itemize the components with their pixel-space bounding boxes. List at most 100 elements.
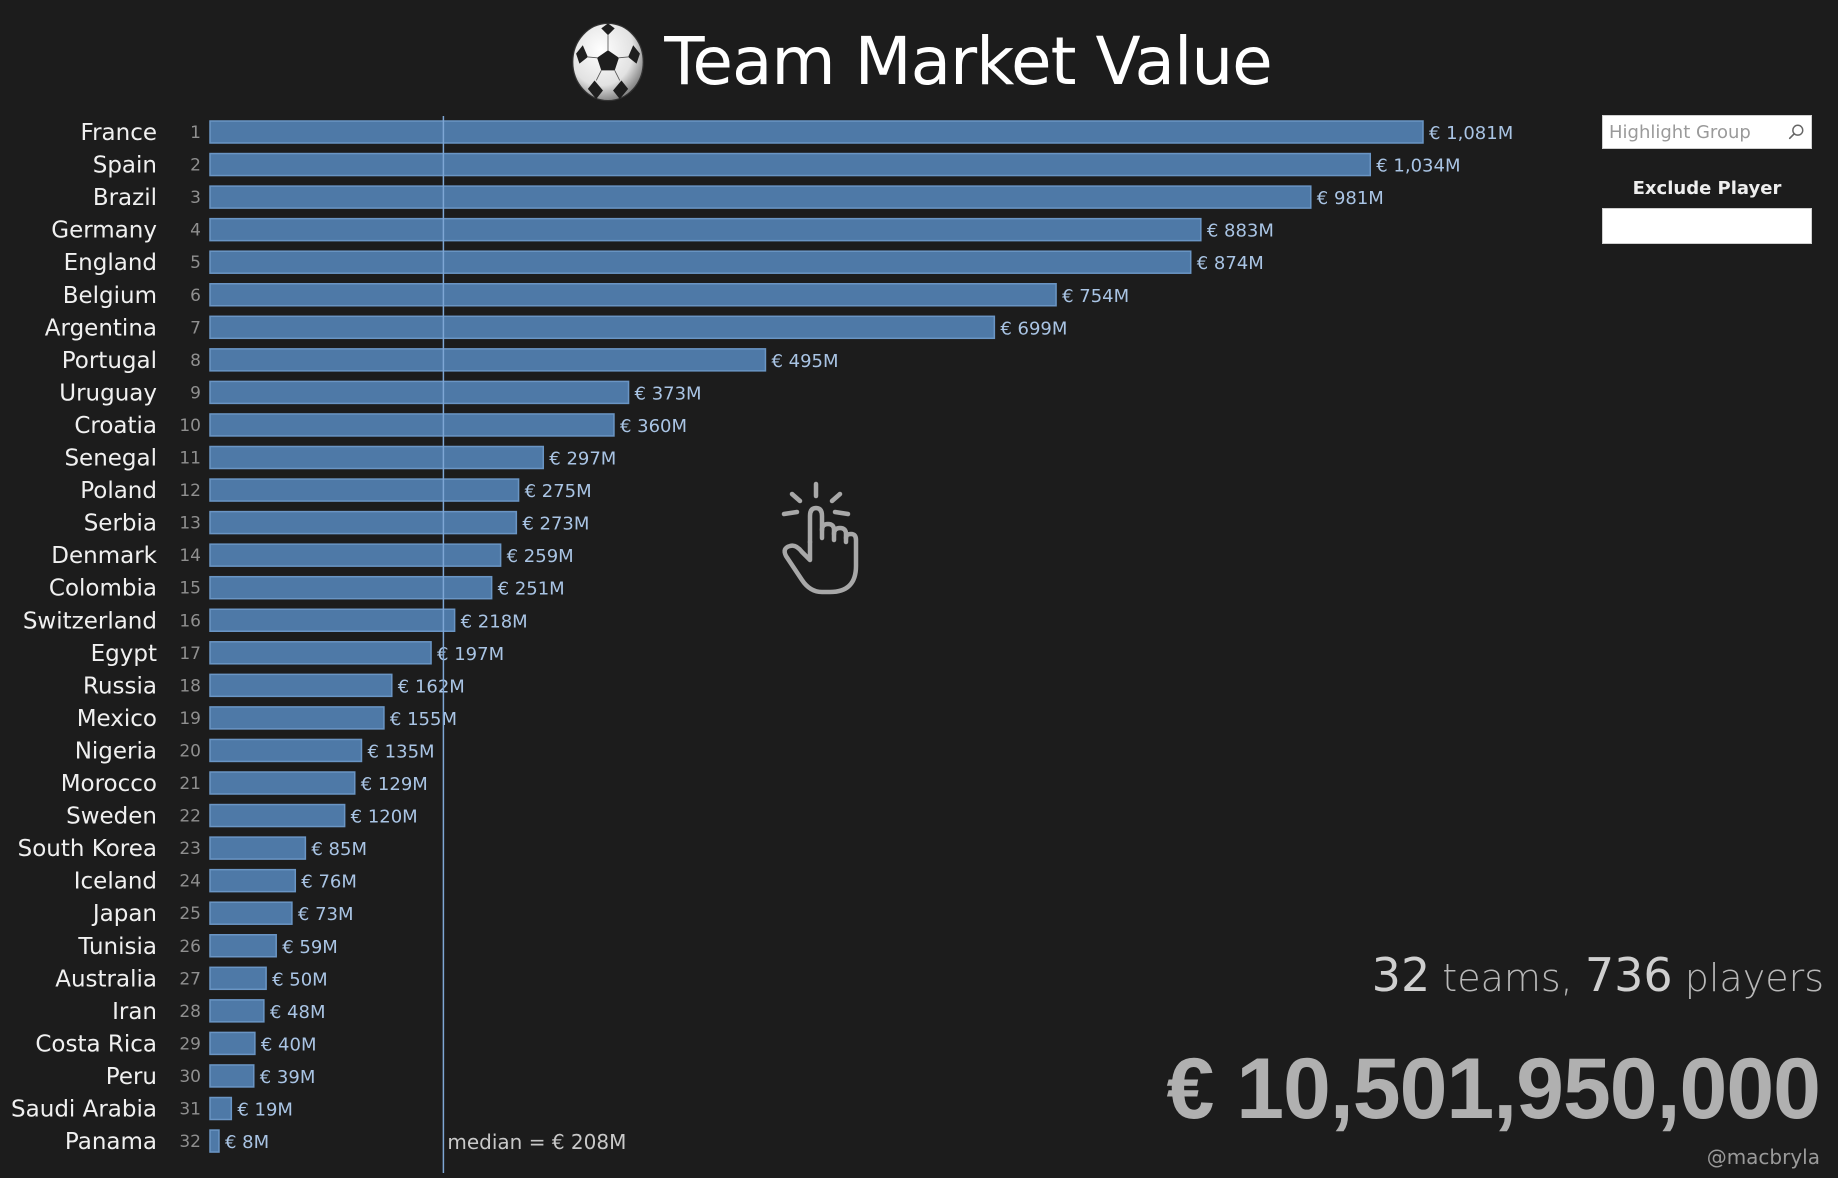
country-label: Spain [93,153,157,179]
value-label: € 50M [272,969,328,990]
rank-label: 25 [179,904,201,924]
bar-japan[interactable] [209,901,293,925]
country-label: Tunisia [77,934,157,960]
rank-label: 4 [190,221,201,241]
value-label: € 39M [260,1067,316,1088]
bar-brazil[interactable] [209,185,1312,209]
bar-panama[interactable] [209,1129,220,1153]
value-label: € 73M [298,904,354,925]
bar-russia[interactable] [209,673,393,698]
bar-belgium[interactable] [209,283,1057,307]
rank-label: 10 [179,416,201,436]
bar-sweden[interactable] [209,803,346,828]
bar-argentina[interactable] [209,315,996,340]
bar-egypt[interactable] [209,641,432,665]
country-label: Brazil [93,185,157,211]
rank-label: 1 [190,123,201,143]
rank-label: 24 [179,872,201,892]
bar-tunisia[interactable] [209,934,277,958]
search-icon[interactable] [1787,123,1805,141]
rank-label: 21 [179,774,201,794]
bar-mexico[interactable] [209,706,385,730]
country-label: Nigeria [75,738,157,764]
value-label: € 120M [351,807,418,828]
bar-south-korea[interactable] [209,836,307,860]
value-label: € 699M [1000,318,1067,339]
value-label: € 129M [361,774,428,795]
rank-label: 14 [179,546,201,566]
country-label: Portugal [62,348,157,374]
value-label: € 1,081M [1429,123,1513,144]
country-label: Peru [106,1064,157,1090]
bar-portugal[interactable] [209,348,767,372]
players-label: players [1672,956,1824,1000]
country-label: Morocco [61,771,157,797]
bar-england[interactable] [209,250,1192,274]
value-label: € 135M [367,741,434,762]
rank-label: 11 [179,449,201,469]
rank-label: 8 [190,351,201,371]
value-label: € 373M [635,383,702,404]
bar-saudi-arabia[interactable] [209,1096,233,1121]
bar-croatia[interactable] [209,413,615,437]
bar-iceland[interactable] [209,868,297,893]
players-count: 736 [1584,948,1673,1002]
bar-poland[interactable] [209,478,520,502]
highlight-group-input[interactable] [1609,121,1787,143]
value-label: € 874M [1197,253,1264,274]
value-label: € 495M [771,351,838,372]
value-label: € 251M [498,579,565,600]
country-label: France [81,120,157,146]
country-label: Russia [83,673,157,699]
bar-france[interactable] [209,120,1424,144]
country-label: Colombia [49,576,157,602]
country-label: Germany [51,218,157,244]
rank-label: 26 [179,937,201,957]
bar-australia[interactable] [209,966,267,991]
bar-spain[interactable] [209,152,1372,177]
bar-colombia[interactable] [209,575,493,600]
bar-denmark[interactable] [209,543,502,567]
country-label: Mexico [77,706,157,732]
bar-nigeria[interactable] [209,738,363,763]
value-label: € 59M [282,937,338,958]
author-credit: @macbryla [1706,1145,1820,1169]
value-label: € 85M [311,839,367,860]
rank-label: 15 [179,579,201,599]
country-label: Panama [65,1129,157,1155]
value-label: € 1,034M [1376,156,1460,177]
highlight-group-search[interactable] [1602,115,1812,149]
exclude-player-input[interactable] [1602,208,1812,244]
rank-label: 23 [179,839,201,859]
bar-iran[interactable] [209,999,265,1023]
country-label: Iran [112,999,157,1025]
country-label: Japan [91,901,157,927]
country-label: Uruguay [59,380,157,406]
bar-switzerland[interactable] [209,608,456,632]
country-label: South Korea [18,836,157,862]
bar-serbia[interactable] [209,510,518,535]
rank-label: 6 [190,286,201,306]
rank-label: 31 [179,1100,201,1120]
bars-layer [209,120,1424,1153]
value-label: € 8M [225,1132,269,1153]
country-label: Croatia [74,413,157,439]
rank-label: 20 [179,741,201,761]
teams-count: 32 [1371,948,1431,1002]
rank-label: 22 [179,807,201,827]
country-label: Switzerland [23,608,157,634]
rank-label: 19 [179,709,201,729]
summary-counts: 32 teams, 736 players [1372,948,1824,1002]
bar-costa-rica[interactable] [209,1031,256,1056]
bar-germany[interactable] [209,217,1202,242]
bar-senegal[interactable] [209,445,545,470]
country-label: Belgium [63,283,157,309]
bar-uruguay[interactable] [209,380,630,405]
bar-peru[interactable] [209,1064,255,1088]
rank-label: 27 [179,969,201,989]
bar-morocco[interactable] [209,771,356,795]
value-label: € 273M [522,514,589,535]
rank-label: 17 [179,644,201,664]
rank-label: 3 [190,188,201,208]
value-label: € 297M [549,449,616,470]
